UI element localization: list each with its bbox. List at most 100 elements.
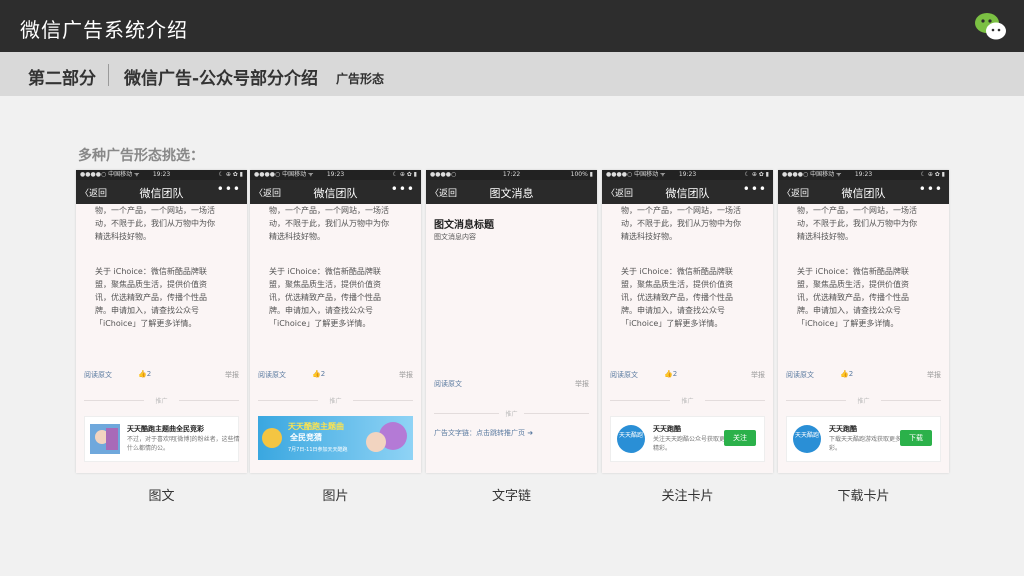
follow-card[interactable]: 天天酷跑 天天跑酷 关注天天跑酷公众号获取更多精彩。 关注 [610,416,765,462]
section-title: 微信广告-公众号部分介绍 [124,69,319,89]
text-line: 牌。申请加入，请查找公众号 [621,306,725,315]
like-count[interactable]: 👍2 [138,370,151,378]
read-original-link[interactable]: 阅读原文 [610,371,638,379]
about-paragraph: 关于 iChoice：微信新酷品牌联 盟，聚焦品质生活，提供价值资 讯，优选精致… [95,265,230,330]
divider-line [353,400,413,401]
ad-title: 天天酷跑主题曲全民竞彩 [127,425,204,433]
card-description: 关注天天跑酷公众号获取更多精彩。 [653,436,732,452]
divider-line [881,400,941,401]
text-line: 关于 iChoice：微信新酷品牌联 [797,267,909,276]
report-link[interactable]: 举报 [927,370,941,380]
app-logo-icon: 天天酷跑 [617,425,645,453]
text-line: 精选科技好物。 [797,232,853,241]
read-original-link[interactable]: 阅读原文 [434,380,462,388]
about-paragraph: 关于 iChoice：微信新酷品牌联 盟，聚焦品质生活，提供价值资 讯，优选精致… [621,265,756,330]
banner-subheadline: 全民竞猜 [290,433,322,442]
like-count[interactable]: 👍2 [312,370,325,378]
section-bar: 第二部分 微信广告-公众号部分介绍 广告形态 [0,52,1024,96]
promo-divider: 推广 [258,396,413,405]
read-original-link[interactable]: 阅读原文 [84,371,112,379]
read-original-link[interactable]: 阅读原文 [258,371,286,379]
app-logo-text: 天天酷跑 [795,431,819,439]
report-link[interactable]: 举报 [751,370,765,380]
more-icon[interactable]: ••• [743,182,767,196]
nav-bar: 〈返回 微信团队 ••• [76,180,247,204]
caption-download-card: 下载卡片 [837,489,890,504]
article-text: 物，一个产品，一个网站，一场活 动，不限于此，我们从万物中为你 精选科技好物。 … [602,204,756,330]
text-line: 讯，优选精致产品，传播个性品 [621,293,733,302]
article-meta: 阅读原文 👍2 举报 [610,370,765,380]
promo-divider: 推广 [786,396,941,405]
text-line: 「iChoice」了解更多详情。 [95,319,197,328]
banner-date: 7月7日-11日参加天天酷跑 [288,447,348,453]
card-title: 天天跑酷 [653,425,681,433]
article-text: 物，一个产品，一个网站，一场活 动，不限于此，我们从万物中为你 精选科技好物。 … [250,204,404,330]
text-line: 讯，优选精致产品，传播个性品 [95,293,207,302]
article-meta: 阅读原文 👍2 举报 [84,370,239,380]
text-line: 物，一个产品，一个网站，一场活 [269,206,389,215]
article-meta: 阅读原文 举报 [434,379,589,389]
report-link[interactable]: 举报 [399,370,413,380]
ad-banner-image[interactable]: 天天酷跑主题曲 全民竞猜 7月7日-11日参加天天酷跑 [258,416,413,460]
part-label: 第二部分 [28,69,96,89]
phone-mockup-text-link: ●●●●○ 17:22 100% ▮ 〈返回 图文消息 图文消息标题 图文消息内… [426,170,597,473]
status-bar: ●●●●○ 中国移动 ᯤ 19:23 ☾ ⊕ ✿ ▮ [778,170,949,180]
report-link[interactable]: 举报 [225,370,239,380]
download-button[interactable]: 下载 [900,430,932,446]
ad-thumbnail [90,424,120,454]
like-count[interactable]: 👍2 [840,370,853,378]
text-line: 关于 iChoice：微信新酷品牌联 [269,267,381,276]
about-paragraph: 关于 iChoice：微信新酷品牌联 盟，聚焦品质生活，提供价值资 讯，优选精致… [797,265,932,330]
text-line: 物，一个产品，一个网站，一场活 [621,206,741,215]
follow-button[interactable]: 关注 [724,430,756,446]
ad-text-link[interactable]: 广告文字链：点击跳转推广页 ➜ [434,428,533,438]
text-line: 盟，聚焦品质生活，提供价值资 [621,280,733,289]
text-line: 牌。申请加入，请查找公众号 [269,306,373,315]
divider [108,64,109,86]
read-original-link[interactable]: 阅读原文 [786,371,814,379]
report-link[interactable]: 举报 [575,379,589,389]
text-line: 物，一个产品，一个网站，一场活 [95,206,215,215]
text-line: 精选科技好物。 [95,232,151,241]
status-bar: ●●●●○ 中国移动 ᯤ 19:23 ☾ ⊕ ✿ ▮ [76,170,247,180]
status-bar: ●●●●○ 中国移动 ᯤ 19:23 ☾ ⊕ ✿ ▮ [602,170,773,180]
about-paragraph: 关于 iChoice：微信新酷品牌联 盟，聚焦品质生活，提供价值资 讯，优选精致… [269,265,404,330]
more-icon[interactable]: ••• [391,182,415,196]
caption-follow-card: 关注卡片 [661,489,714,504]
text-line: 「iChoice」了解更多详情。 [797,319,899,328]
like-count[interactable]: 👍2 [664,370,677,378]
text-line: 动，不限于此，我们从万物中为你 [95,219,215,228]
status-icons: ☾ ⊕ ✿ ▮ [744,171,769,178]
intro-text: 多种广告形态挑选： [78,148,204,164]
text-line: 关于 iChoice：微信新酷品牌联 [95,267,207,276]
download-card[interactable]: 天天酷跑 天天跑酷 下载天天酷跑游戏获取更多精彩。 下载 [786,416,941,462]
divider-line [179,400,239,401]
status-icons: ☾ ⊕ ✿ ▮ [392,171,417,178]
banner-headline: 天天酷跑主题曲 [288,422,344,431]
divider-line [705,400,765,401]
caption-text-link: 文字链 [491,489,531,504]
status-icons: ☾ ⊕ ✿ ▮ [920,171,945,178]
article-meta: 阅读原文 👍2 举报 [258,370,413,380]
phone-mockup-image: ●●●●○ 中国移动 ᯤ 19:23 ☾ ⊕ ✿ ▮ 〈返回 微信团队 ••• … [250,170,421,473]
text-line: 牌。申请加入，请查找公众号 [797,306,901,315]
promo-divider: 推广 [610,396,765,405]
nav-bar: 〈返回 微信团队 ••• [250,180,421,204]
more-icon[interactable]: ••• [217,182,241,196]
nav-title: 图文消息 [489,187,534,200]
phone-mockup-follow-card: ●●●●○ 中国移动 ᯤ 19:23 ☾ ⊕ ✿ ▮ 〈返回 微信团队 ••• … [602,170,773,473]
more-icon[interactable]: ••• [919,182,943,196]
ad-description: 不过，对于喜欢明[微博]的粉丝者，这些情什么都情的公。 [127,436,240,452]
text-line: 讯，优选精致产品，传播个性品 [797,293,909,302]
text-line: 盟，聚焦品质生活，提供价值资 [95,280,207,289]
caption-image-text: 图文 [148,489,175,504]
phone-mockup-download-card: ●●●●○ 中国移动 ᯤ 19:23 ☾ ⊕ ✿ ▮ 〈返回 微信团队 ••• … [778,170,949,473]
article-text: 物，一个产品，一个网站，一场活 动，不限于此，我们从万物中为你 精选科技好物。 … [778,204,932,330]
text-line: 动，不限于此，我们从万物中为你 [797,219,917,228]
nav-bar: 〈返回 微信团队 ••• [778,180,949,204]
promo-divider: 推广 [84,396,239,405]
app-logo-icon: 天天酷跑 [793,425,821,453]
text-line: 关于 iChoice：微信新酷品牌联 [621,267,733,276]
divider-line [524,413,589,414]
ad-card[interactable]: 天天酷跑主题曲全民竞彩 不过，对于喜欢明[微博]的粉丝者，这些情什么都情的公。 [84,416,240,462]
